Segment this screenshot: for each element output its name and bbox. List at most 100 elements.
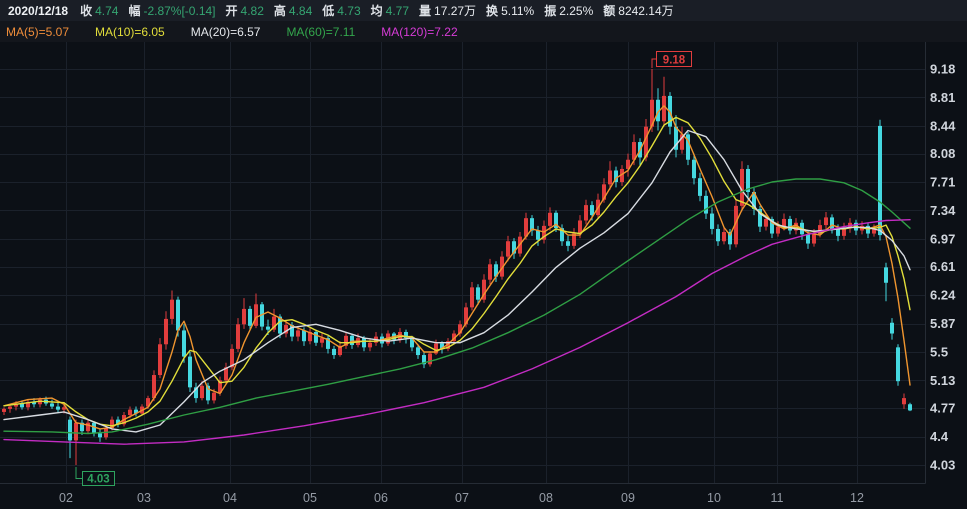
candle[interactable]: [164, 319, 168, 344]
quote-stat-value: 5.11%: [501, 4, 534, 18]
candle[interactable]: [254, 304, 258, 326]
candle[interactable]: [248, 309, 252, 326]
x-axis-label: 06: [374, 491, 388, 505]
candle[interactable]: [548, 213, 552, 226]
high-marker-label: 9.18: [663, 55, 686, 67]
candle[interactable]: [362, 338, 366, 347]
quote-stat-value: 4.77: [386, 4, 409, 18]
candle[interactable]: [902, 398, 906, 404]
candle[interactable]: [236, 324, 240, 349]
candle[interactable]: [314, 332, 318, 343]
candle[interactable]: [704, 196, 708, 214]
ma-line-ma60: [4, 179, 910, 434]
candle[interactable]: [158, 344, 162, 375]
candle[interactable]: [890, 323, 894, 334]
candle[interactable]: [302, 330, 306, 341]
high-marker-connector: [652, 59, 656, 68]
y-axis-label: 7.34: [930, 203, 956, 218]
quote-stat-2: 开4.82: [226, 2, 264, 19]
candle[interactable]: [416, 347, 420, 355]
candle[interactable]: [152, 375, 156, 398]
candle[interactable]: [182, 330, 186, 356]
ma-legend-item-1[interactable]: MA(10)=6.05: [95, 25, 165, 39]
ma-legend-item-2[interactable]: MA(20)=6.57: [191, 25, 261, 39]
candle[interactable]: [350, 336, 354, 345]
y-axis-label: 8.81: [930, 90, 955, 105]
candle[interactable]: [806, 234, 810, 243]
quote-stat-label: 开: [226, 2, 238, 19]
candle[interactable]: [368, 343, 372, 348]
candle[interactable]: [566, 241, 570, 246]
quote-stat-label: 收: [80, 2, 92, 19]
candle[interactable]: [320, 338, 324, 343]
quote-stat-9: 额8242.14万: [603, 2, 673, 19]
x-axis-label: 02: [59, 491, 73, 505]
candle[interactable]: [470, 287, 474, 307]
candle[interactable]: [536, 230, 540, 239]
y-axis-label: 4.03: [930, 458, 955, 473]
quote-stat-6: 量17.27万: [419, 2, 476, 19]
low-marker-label: 4.03: [87, 474, 109, 486]
candle[interactable]: [584, 205, 588, 220]
candle[interactable]: [722, 232, 726, 241]
y-axis-label: 5.13: [930, 373, 955, 388]
candle[interactable]: [170, 300, 174, 319]
candle[interactable]: [608, 170, 612, 184]
candle[interactable]: [86, 423, 90, 431]
candle[interactable]: [428, 354, 432, 365]
candle[interactable]: [128, 410, 132, 415]
candle[interactable]: [266, 327, 270, 330]
quote-stat-value: -2.87%[-0.14]: [143, 4, 215, 18]
candle[interactable]: [8, 407, 12, 409]
quote-stat-label: 换: [486, 2, 498, 19]
candle[interactable]: [908, 404, 912, 410]
x-axis-label: 11: [771, 491, 784, 505]
candle[interactable]: [2, 409, 6, 412]
candle[interactable]: [698, 178, 702, 196]
ma-legend-item-4[interactable]: MA(120)=7.22: [381, 25, 457, 39]
candle[interactable]: [200, 386, 204, 398]
candle[interactable]: [506, 241, 510, 256]
quote-stat-value: 4.82: [241, 4, 264, 18]
candle[interactable]: [56, 407, 60, 410]
candle[interactable]: [476, 287, 480, 299]
quote-stat-value: 4.73: [337, 4, 360, 18]
candle[interactable]: [242, 309, 246, 324]
ma-legend-item-0[interactable]: MA(5)=5.07: [6, 25, 69, 39]
candlestick-chart[interactable]: 02030405060708091011129.188.818.448.087.…: [0, 42, 967, 509]
quote-stat-label: 高: [274, 2, 286, 19]
candle[interactable]: [896, 347, 900, 381]
candle[interactable]: [332, 349, 336, 355]
quote-stat-4: 低4.73: [322, 2, 360, 19]
y-axis-label: 8.08: [930, 146, 955, 161]
candle[interactable]: [878, 126, 882, 235]
candle[interactable]: [590, 205, 594, 215]
candle[interactable]: [212, 393, 216, 401]
x-axis-label: 12: [850, 491, 864, 505]
candle[interactable]: [74, 423, 78, 441]
candle[interactable]: [884, 267, 888, 282]
candle[interactable]: [824, 217, 828, 225]
candle[interactable]: [176, 300, 180, 331]
candle[interactable]: [488, 264, 492, 279]
candle[interactable]: [710, 214, 714, 229]
candle[interactable]: [662, 96, 666, 121]
candle[interactable]: [578, 220, 582, 233]
candle[interactable]: [836, 229, 840, 236]
candle[interactable]: [812, 234, 816, 243]
quote-stat-label: 额: [603, 2, 615, 19]
candle[interactable]: [188, 357, 192, 388]
candle[interactable]: [98, 433, 102, 437]
candle[interactable]: [50, 403, 54, 406]
candle[interactable]: [830, 217, 834, 229]
candle[interactable]: [776, 227, 780, 234]
candle[interactable]: [788, 219, 792, 231]
candle[interactable]: [68, 420, 72, 441]
candle[interactable]: [764, 219, 768, 227]
ma-legend-item-3[interactable]: MA(60)=7.11: [286, 25, 355, 39]
candle[interactable]: [692, 160, 696, 178]
candle[interactable]: [296, 330, 300, 336]
x-axis-label: 03: [137, 491, 151, 505]
x-axis-label: 05: [303, 491, 317, 505]
candle[interactable]: [716, 229, 720, 241]
